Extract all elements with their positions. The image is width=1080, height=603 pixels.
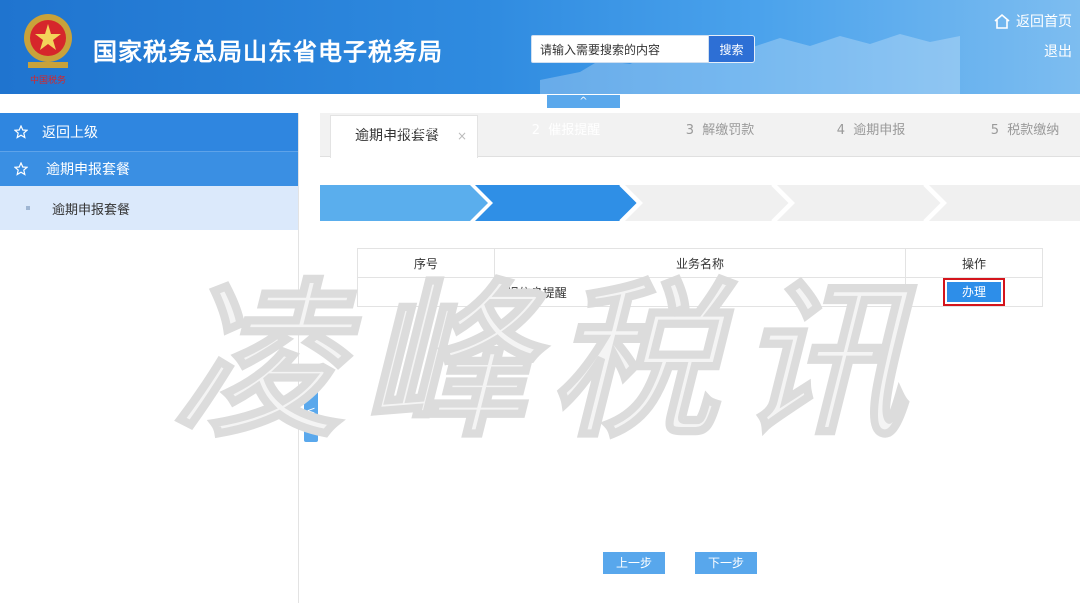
step-1: 1 流程说明 bbox=[365, 113, 465, 149]
handle-button[interactable]: 办理 bbox=[943, 278, 1006, 306]
sidebar-menu-title[interactable]: 逾期申报套餐 bbox=[0, 151, 298, 186]
cell-name: 催报信息提醒 bbox=[493, 277, 907, 307]
step-5-shape bbox=[929, 185, 1080, 221]
sidebar-item-overdue-package[interactable]: 逾期申报套餐 bbox=[0, 186, 298, 230]
handle-button-label: 办理 bbox=[947, 282, 1002, 302]
step-number: 4 bbox=[836, 123, 845, 138]
step-2-shape bbox=[475, 185, 638, 221]
step-4: 4 逾期申报 bbox=[821, 113, 921, 149]
tax-emblem-icon: 中国税务 bbox=[24, 14, 72, 86]
step-2: 2 催报提醒 bbox=[516, 113, 616, 149]
sidebar-toggle-handle[interactable]: < bbox=[304, 380, 318, 442]
business-table: 序号 业务名称 操作 1 催报信息提醒 办理 bbox=[357, 248, 1043, 307]
bullet-icon bbox=[26, 206, 30, 210]
step-5: 5 税款缴纳 bbox=[975, 113, 1075, 149]
step-1-shape bbox=[320, 185, 488, 221]
column-header-name: 业务名称 bbox=[493, 248, 907, 278]
cell-action: 办理 bbox=[905, 277, 1043, 307]
step-label: 解缴罚款 bbox=[702, 123, 755, 138]
step-number: 3 bbox=[685, 123, 694, 138]
star-icon bbox=[14, 162, 28, 176]
table-header-row: 序号 业务名称 操作 bbox=[357, 248, 1043, 278]
home-link-label: 返回首页 bbox=[1016, 14, 1072, 30]
emblem-caption: 中国税务 bbox=[30, 74, 66, 86]
sidebar-item-label: 逾期申报套餐 bbox=[52, 202, 131, 218]
step-label: 流程说明 bbox=[397, 123, 450, 138]
column-header-action: 操作 bbox=[905, 248, 1043, 278]
home-link[interactable]: 返回首页 bbox=[993, 11, 1072, 31]
sidebar-menu-label: 逾期申报套餐 bbox=[46, 162, 130, 178]
step-3-shape bbox=[625, 185, 790, 221]
main-content: 逾期申报套餐 × 1 流程说明 2 催报提醒 3 解缴罚款 4 逾期申报 5 税… bbox=[320, 113, 1080, 603]
search-input[interactable]: 请输入需要搜索的内容 bbox=[531, 35, 709, 63]
prev-step-button[interactable]: 上一步 bbox=[603, 552, 665, 574]
sidebar-back-button[interactable]: 返回上级 bbox=[0, 113, 298, 151]
cell-index: 1 bbox=[357, 277, 495, 307]
step-label: 税款缴纳 bbox=[1007, 123, 1060, 138]
sidebar: 返回上级 逾期申报套餐 逾期申报套餐 bbox=[0, 113, 299, 603]
step-number: 1 bbox=[380, 123, 389, 138]
table-row: 1 催报信息提醒 办理 bbox=[357, 277, 1043, 307]
site-title: 国家税务总局山东省电子税务局 bbox=[93, 38, 443, 66]
search-button[interactable]: 搜索 bbox=[709, 35, 755, 63]
step-number: 5 bbox=[990, 123, 999, 138]
star-icon bbox=[14, 125, 28, 139]
step-progress bbox=[320, 185, 1080, 221]
next-step-button[interactable]: 下一步 bbox=[695, 552, 757, 574]
step-number: 2 bbox=[531, 123, 540, 138]
step-label: 逾期申报 bbox=[853, 123, 906, 138]
step-4-shape bbox=[777, 185, 942, 221]
top-header: 中国税务 国家税务总局山东省电子税务局 请输入需要搜索的内容 搜索 返回首页 退… bbox=[0, 0, 1080, 94]
logout-link[interactable]: 退出 bbox=[1044, 41, 1072, 61]
column-header-index: 序号 bbox=[357, 248, 495, 278]
sidebar-back-label: 返回上级 bbox=[42, 125, 98, 141]
step-3: 3 解缴罚款 bbox=[670, 113, 770, 149]
home-icon bbox=[994, 13, 1010, 29]
step-label: 催报提醒 bbox=[548, 123, 601, 138]
collapse-header-handle[interactable]: ^ bbox=[547, 95, 620, 108]
